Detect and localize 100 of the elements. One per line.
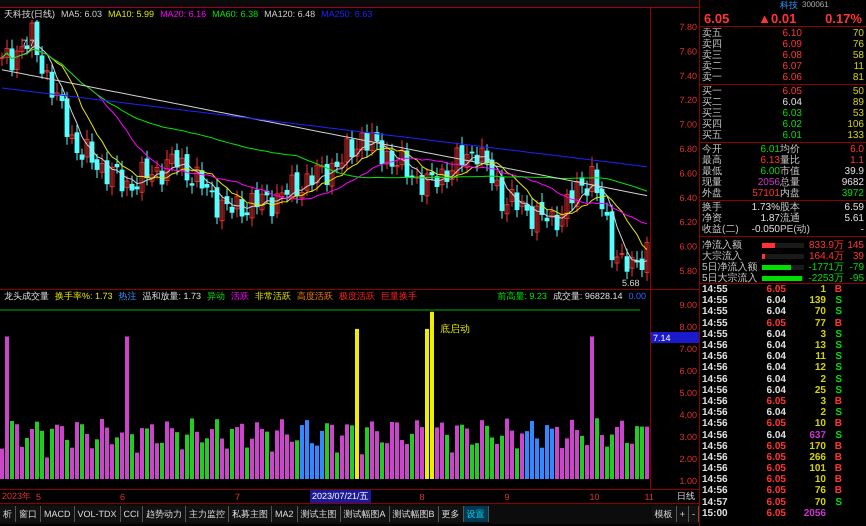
trade-volume: 101 <box>808 463 826 474</box>
stat-value: 9682 <box>840 177 864 188</box>
indicator-tab[interactable]: MACD <box>41 506 74 522</box>
trade-price: 6.04 <box>766 374 786 385</box>
indicator-tab[interactable]: 私募主图 <box>229 506 272 522</box>
fund-flow-label: 大宗流入 <box>702 250 742 262</box>
fund-flow-label: 5日大宗流入 <box>702 272 759 285</box>
tool-button[interactable]: + <box>676 506 689 522</box>
order-volume: 81 <box>852 72 864 83</box>
stat-value: 5.61 <box>844 213 864 224</box>
trade-side: B <box>834 463 842 474</box>
indicator-tab[interactable]: 测试幅图B <box>390 506 439 522</box>
stat-label: 最高 <box>702 155 723 166</box>
indicator-tab[interactable]: 析 <box>0 506 16 522</box>
trade-time: 14:56 <box>702 463 729 474</box>
stat-label: 今开 <box>702 144 723 155</box>
order-price: 6.05 <box>782 86 802 97</box>
indicator-tab[interactable]: 窗口 <box>16 506 41 522</box>
stat-value: 6.13 <box>760 155 780 166</box>
moving-average-label: MA250: 6.63 <box>321 9 372 19</box>
trade-side: B <box>834 474 842 486</box>
trade-price: 6.05 <box>766 440 786 452</box>
trade-volume: 170 <box>808 440 826 452</box>
price-axis-label: 7.80 <box>679 22 697 32</box>
fund-flow-value: -1771万 <box>807 261 844 274</box>
order-level-label: 卖五 <box>702 28 723 39</box>
high-price-label: 7.70 <box>22 38 40 48</box>
trade-time: 14:56 <box>702 351 729 362</box>
moving-average-label: MA120: 6.48 <box>264 9 316 19</box>
price-axis-label: 6.20 <box>679 217 697 228</box>
trade-volume: 139 <box>808 295 826 306</box>
order-volume: 106 <box>846 119 864 130</box>
trade-price: 6.04 <box>766 295 786 306</box>
trade-time: 14:57 <box>702 496 729 508</box>
indicator-value-label: 成交量: 96828.14 <box>552 290 622 302</box>
stat-value: 6.0 <box>849 144 864 155</box>
indicator-tab[interactable]: 趋势动力 <box>143 506 186 522</box>
date-axis-label: 8 <box>420 492 426 502</box>
indicator-legend-label: 非常活跃 <box>255 290 292 302</box>
indicator-legend-label: 热注 <box>118 290 137 302</box>
order-price: 6.01 <box>782 130 802 141</box>
trade-time: 14:56 <box>702 474 729 486</box>
indicator-tab[interactable]: 更多 <box>438 506 464 522</box>
indicator-tab[interactable]: MA2 <box>272 506 298 522</box>
trade-volume: 10 <box>814 474 826 486</box>
trade-volume: 77 <box>814 318 826 329</box>
stock-name: 科技 <box>780 0 798 10</box>
low-price-label: 5.68 <box>622 278 640 288</box>
trade-side: S <box>834 340 842 352</box>
trade-side: B <box>834 452 842 463</box>
stat-label: 现量 <box>702 177 723 188</box>
trade-volume: 637 <box>808 430 826 441</box>
indicator-tab[interactable]: VOL-TDX <box>74 506 121 522</box>
date-axis-label: 2023年 <box>2 490 32 503</box>
stat-value: 3972 <box>840 188 864 199</box>
trade-time: 14:56 <box>702 452 729 463</box>
stat-label: 内盘 <box>780 188 801 199</box>
trade-side: S <box>834 362 842 374</box>
indicator-axis-label: 3.00 <box>679 432 697 442</box>
trade-price: 6.05 <box>766 496 786 508</box>
indicator-axis-label: 6.00 <box>679 366 697 376</box>
order-level-label: 买二 <box>702 97 723 108</box>
trade-price: 6.04 <box>766 351 786 362</box>
fund-flow-extra: -95 <box>848 272 864 284</box>
order-volume: 133 <box>846 130 864 141</box>
trade-volume: 10 <box>814 418 826 430</box>
indicator-axis-label: 9.00 <box>679 300 697 310</box>
trade-side: S <box>834 496 842 508</box>
trade-volume: 70 <box>814 496 826 508</box>
trade-time: 14:56 <box>702 362 729 374</box>
moving-average-label: MA10: 5.99 <box>108 9 154 19</box>
chart-title: 天科技(日线) <box>4 8 55 20</box>
trade-time: 14:55 <box>702 284 729 296</box>
stat-value: 6.01 <box>760 144 780 155</box>
trade-price: 6.04 <box>766 362 786 374</box>
trade-side: B <box>834 318 842 329</box>
indicator-tab[interactable]: 测试幅图A <box>340 506 390 522</box>
trade-volume: 25 <box>814 384 826 396</box>
order-level-label: 买四 <box>702 119 723 130</box>
date-axis-label: 9 <box>504 492 511 502</box>
current-value-marker <box>651 332 699 343</box>
fund-flow-extra: 39 <box>852 250 864 262</box>
trade-price: 6.04 <box>766 340 786 352</box>
trade-price: 6.05 <box>766 318 786 329</box>
trade-time: 14:56 <box>702 384 729 396</box>
indicator-tab[interactable]: 主力监控 <box>186 506 230 522</box>
stat-label: 最低 <box>702 166 723 177</box>
trade-time: 15:00 <box>702 508 729 519</box>
trade-time: 14:56 <box>702 407 729 418</box>
stat-label: 净资 <box>702 213 723 224</box>
order-price: 6.02 <box>782 119 802 130</box>
stat-value: - <box>860 224 864 235</box>
tool-button[interactable]: - <box>689 506 699 522</box>
indicator-tab[interactable]: 设置 <box>464 506 489 522</box>
price-axis-label: 6.00 <box>679 242 697 252</box>
stat-value: 1.73% <box>750 202 780 213</box>
trade-volume: 266 <box>808 452 826 463</box>
indicator-tab[interactable]: 测试主图 <box>298 506 341 522</box>
tool-button[interactable]: 模板 <box>652 506 677 522</box>
indicator-tab[interactable]: CCI <box>120 506 144 522</box>
